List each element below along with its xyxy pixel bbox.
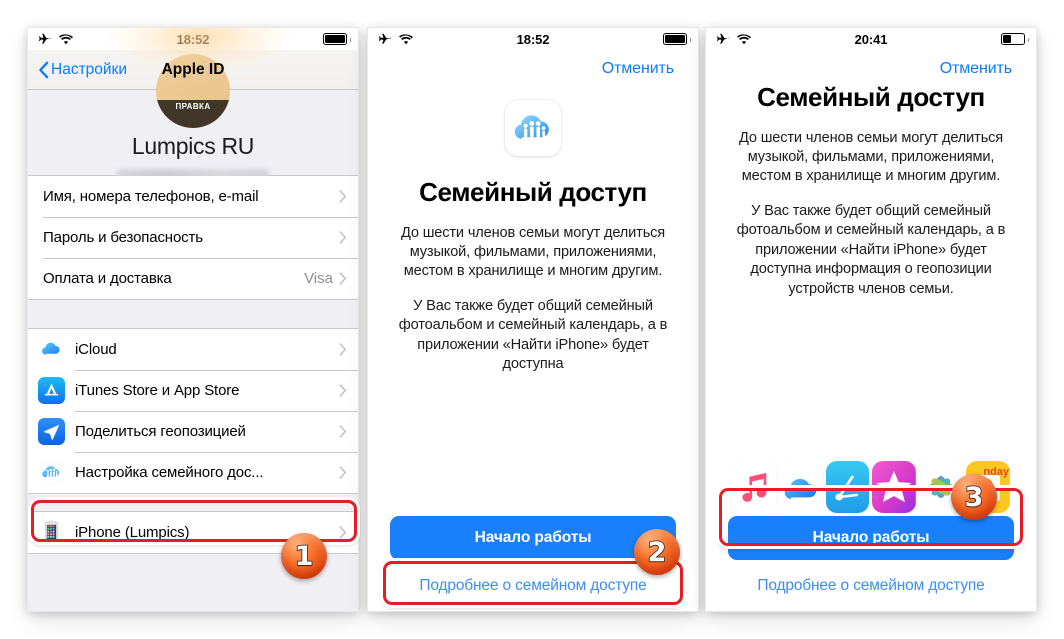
row-icloud[interactable]: iCloud (28, 329, 358, 370)
annotation-badge-1-number: 1 (294, 540, 314, 572)
status-bar-clock: 18:52 (516, 31, 550, 47)
family-sharing-icon (38, 459, 65, 486)
avatar-edit-label[interactable]: ПРАВКА (156, 100, 230, 128)
account-settings-group: Имя, номера телефонов, e-mail Пароль и б… (28, 175, 358, 300)
battery-icon (1001, 33, 1030, 45)
row-label: Оплата и доставка (43, 270, 172, 287)
phone-screen-apple-id: 18:52 Настройки Apple ID ПРАВКА Lumpics … (28, 28, 358, 611)
row-password-security[interactable]: Пароль и безопасность (28, 217, 358, 258)
intro-paragraph-2: У Вас также будет общий семейный фотоаль… (398, 297, 668, 373)
phone-screen-family-sharing-intro-top: 18:52 Отменить Семейный доступ До шести … (368, 28, 698, 611)
chevron-right-icon (339, 231, 347, 244)
annotation-badge-2: 2 (634, 529, 680, 575)
row-label: Настройка семейного дос... (75, 464, 264, 481)
wifi-icon (59, 33, 73, 44)
cancel-button-wrap: Отменить (728, 50, 1014, 78)
status-bar-panel3: 20:41 (706, 28, 1036, 50)
row-label: Пароль и безопасность (43, 229, 203, 246)
row-label: Имя, номера телефонов, e-mail (43, 188, 259, 205)
airplane-mode-icon (717, 33, 730, 44)
row-label: iPhone (Lumpics) (75, 524, 190, 541)
section-gap (28, 494, 358, 511)
status-bar-panel1: 18:52 (28, 28, 358, 50)
intro-body: До шести членов семьи могут делиться муз… (390, 224, 676, 375)
row-value-payment-method: Visa (304, 270, 333, 287)
row-payment-shipping[interactable]: Оплата и доставка Visa (28, 258, 358, 299)
find-my-iphone-app-icon (825, 461, 870, 513)
row-family-sharing-setup[interactable]: Настройка семейного дос... (28, 452, 358, 493)
battery-icon (323, 33, 352, 45)
annotation-badge-3: 3 (951, 474, 997, 520)
status-bar-left-icons (378, 33, 413, 46)
wifi-icon (399, 33, 413, 44)
status-bar-right-icons (1001, 33, 1030, 45)
status-bar-right-icons (323, 33, 352, 45)
status-bar-clock: 18:52 (176, 31, 210, 47)
find-my-icon (38, 418, 65, 445)
get-started-button[interactable]: Начало работы (728, 516, 1014, 560)
airplane-mode-icon (379, 33, 392, 44)
intro-body: До шести членов семьи могут делиться муз… (728, 129, 1014, 299)
itunes-store-app-icon (872, 461, 917, 513)
chevron-right-icon (339, 190, 347, 203)
chevron-right-icon (339, 425, 347, 438)
chevron-right-icon (339, 526, 347, 539)
icloud-icon (38, 336, 65, 363)
family-sharing-intro-panel2: Отменить Семейный доступ До шести членов… (368, 50, 698, 611)
chevron-left-icon (39, 61, 49, 78)
annotation-badge-2-number: 2 (647, 536, 667, 568)
cancel-button[interactable]: Отменить (940, 60, 1012, 77)
airplane-mode-icon (39, 33, 52, 44)
cta-container: Начало работы Подробнее о семейном досту… (390, 516, 676, 595)
status-bar-left-icons (716, 33, 751, 46)
chevron-right-icon (339, 343, 347, 356)
app-store-icon (38, 377, 65, 404)
cancel-button-wrap: Отменить (390, 50, 676, 78)
status-bar-right-icons (663, 33, 692, 45)
intro-title: Семейный доступ (419, 177, 647, 207)
row-label: iTunes Store и App Store (75, 382, 240, 399)
learn-more-link[interactable]: Подробнее о семейном доступе (390, 577, 676, 595)
screenshot-stage: 18:52 Настройки Apple ID ПРАВКА Lumpics … (0, 0, 1064, 639)
battery-icon (663, 33, 692, 45)
intro-title: Семейный доступ (757, 82, 985, 112)
status-bar-left-icons (38, 33, 73, 46)
profile-header[interactable]: ПРАВКА Lumpics RU (28, 54, 358, 182)
status-bar-panel2: 18:52 (368, 28, 698, 50)
intro-paragraph-2: У Вас также будет общий семейный фотоаль… (736, 202, 1006, 297)
iphone-device-icon (45, 521, 58, 544)
chevron-right-icon (339, 384, 347, 397)
intro-paragraph-1: До шести членов семьи могут делиться муз… (400, 224, 666, 280)
row-name-phone-email[interactable]: Имя, номера телефонов, e-mail (28, 176, 358, 217)
calendar-day-label: nday (983, 466, 1009, 478)
family-sharing-cloud-icon (505, 100, 561, 156)
phone-screen-family-sharing-intro-bottom: 20:41 Отменить Семейный доступ До шести … (706, 28, 1036, 611)
chevron-right-icon (339, 466, 347, 479)
family-sharing-intro-panel3: Отменить Семейный доступ До шести членов… (706, 50, 1036, 611)
cancel-button[interactable]: Отменить (602, 60, 674, 77)
row-label: Поделиться геопозицией (75, 423, 246, 440)
annotation-badge-1: 1 (281, 533, 327, 579)
back-button-settings[interactable]: Настройки (38, 61, 127, 79)
intro-paragraph-1: До шести членов семьи могут делиться муз… (738, 129, 1004, 185)
chevron-right-icon (339, 272, 347, 285)
wifi-icon (737, 33, 751, 44)
icloud-drive-app-icon (778, 461, 823, 513)
services-group: iCloud iTunes Store и App Store Поделить… (28, 328, 358, 494)
learn-more-link[interactable]: Подробнее о семейном доступе (728, 577, 1014, 595)
status-bar-clock: 20:41 (854, 31, 888, 47)
back-button-label: Настройки (51, 60, 128, 78)
row-share-location[interactable]: Поделиться геопозицией (28, 411, 358, 452)
row-itunes-app-store[interactable]: iTunes Store и App Store (28, 370, 358, 411)
cta-container: Начало работы Подробнее о семейном досту… (728, 516, 1014, 595)
annotation-badge-3-number: 3 (964, 481, 984, 513)
music-app-icon (732, 461, 776, 513)
row-label: iCloud (75, 341, 117, 358)
section-gap (28, 300, 358, 328)
